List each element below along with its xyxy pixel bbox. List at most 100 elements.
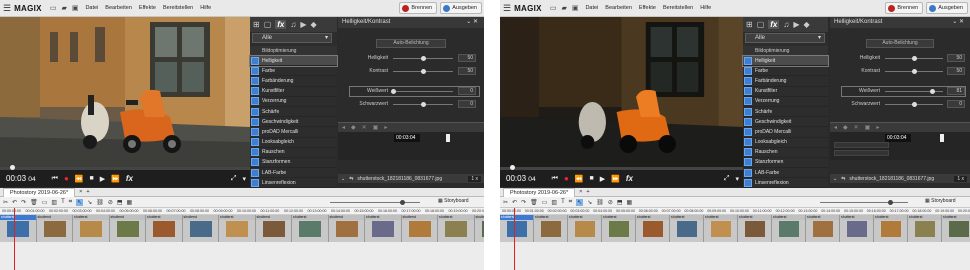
menu-edit[interactable]: Bearbeiten — [105, 5, 132, 11]
timeline-clip[interactable]: shutterst — [438, 215, 475, 242]
menu-edit[interactable]: Bearbeiten — [605, 5, 632, 11]
slider-knob[interactable] — [421, 69, 426, 74]
fast-forward-icon[interactable]: ⏩ — [611, 175, 620, 183]
save-icon[interactable]: ▣ — [572, 4, 579, 12]
effect-item-stanzformen[interactable]: Stanzformen — [250, 158, 337, 169]
title-icon[interactable]: T — [561, 199, 565, 205]
playhead[interactable] — [514, 208, 515, 270]
zoom-knob[interactable] — [888, 200, 893, 205]
video-preview[interactable] — [500, 17, 743, 170]
speed-box[interactable]: 1 x — [954, 175, 967, 182]
effect-item-verzerrung[interactable]: Verzerrung — [250, 97, 337, 107]
new-project-icon[interactable]: ▭ — [550, 4, 557, 12]
effect-item-lab-farbe[interactable]: LAB-Farbe — [743, 168, 828, 179]
chevron-down-icon[interactable]: ⌄ — [466, 19, 471, 25]
timeline-ruler[interactable]: 00:00:00:00 00:01:00:00 00:02:00:00 00:03:0… — [500, 208, 970, 215]
timeline-clip[interactable]: shutterst — [219, 215, 256, 242]
delete-icon[interactable]: 🗑 — [30, 199, 38, 206]
close-tab-icon[interactable]: × — [579, 189, 582, 195]
undo-icon[interactable]: ↶ — [12, 199, 17, 206]
param-value[interactable]: 50 — [458, 67, 476, 75]
tag-tab-icon[interactable]: ◆ — [311, 20, 317, 29]
slider-track[interactable] — [393, 91, 453, 92]
slider-knob[interactable] — [421, 56, 426, 61]
project-tab[interactable]: Photostory 2019-06-26* — [503, 187, 576, 197]
output-button[interactable]: Ausgeben — [440, 2, 482, 14]
audio-tab-icon[interactable]: ♫ — [290, 20, 296, 29]
play-icon[interactable]: ▶ — [600, 175, 605, 183]
param-value[interactable]: 0 — [458, 100, 476, 108]
timeline-clip[interactable]: shutterst — [0, 215, 37, 242]
effect-item-mercalli[interactable]: proDAD Mercalli — [250, 127, 337, 138]
templates-tab-icon[interactable]: ▢ — [757, 20, 765, 29]
fx-icon[interactable]: fx — [126, 174, 133, 183]
close-icon[interactable]: ✕ — [473, 19, 478, 25]
effect-item-helligkeit[interactable]: Helligkeit — [742, 54, 829, 68]
split-icon[interactable]: ⊘ — [608, 199, 613, 206]
timeline-clip[interactable]: shutterst — [636, 215, 670, 242]
collapse-icon[interactable]: ⌄ — [833, 176, 837, 182]
category-dropdown[interactable]: Alle ▾ — [745, 33, 825, 43]
rewind-icon[interactable]: ⏪ — [75, 175, 84, 183]
fullscreen-icon[interactable]: ⤢ — [231, 175, 237, 183]
keyframe-delete-icon[interactable]: ✕ — [362, 124, 367, 131]
title-icon[interactable]: T — [61, 199, 65, 205]
menu-effects[interactable]: Effekte — [139, 5, 156, 11]
previous-marker-icon[interactable]: ⏮ — [52, 175, 58, 183]
timeline-clip[interactable]: shutterst — [365, 215, 402, 242]
close-tab-icon[interactable]: × — [79, 189, 82, 195]
effect-item-schaerfe[interactable]: Schärfe — [743, 107, 828, 118]
grid-icon[interactable]: ▦ — [127, 199, 133, 206]
record-icon[interactable]: ● — [564, 174, 569, 183]
previous-marker-icon[interactable]: ⏮ — [552, 175, 558, 183]
timeline-clip[interactable]: shutterst — [942, 215, 970, 242]
burn-button[interactable]: Brennen — [399, 2, 438, 14]
slider-knob[interactable] — [929, 89, 935, 94]
keyframe-next-icon[interactable]: ▸ — [876, 124, 879, 131]
menu-share[interactable]: Bereitstellen — [663, 5, 693, 11]
timeline-clip[interactable]: shutterst — [36, 215, 73, 242]
effect-item-farbe[interactable]: Farbe — [250, 66, 337, 77]
add-tab-icon[interactable]: + — [586, 189, 589, 195]
effect-item-helligkeit[interactable]: Helligkeit — [249, 54, 338, 68]
arrow-icon[interactable]: ↘ — [587, 199, 592, 206]
project-tab[interactable]: Photostory 2019-06-26* — [3, 187, 76, 197]
play-icon[interactable]: ▶ — [100, 175, 105, 183]
zoom-knob[interactable] — [400, 200, 405, 205]
auto-exposure-button[interactable]: Auto-Belichtung — [866, 39, 934, 48]
timeline-clip[interactable]: shutterst — [292, 215, 329, 242]
effect-item-farbaenderung[interactable]: Farbänderung — [250, 76, 337, 87]
speed-box[interactable]: 1 x — [468, 175, 481, 182]
zoom-slider[interactable] — [330, 200, 420, 205]
redo-icon[interactable]: ↷ — [521, 199, 526, 206]
save-icon[interactable]: ▣ — [72, 4, 79, 12]
insert-icon[interactable]: ▥ — [551, 199, 557, 206]
import-tab-icon[interactable]: ⊞ — [746, 20, 753, 29]
slider-knob[interactable] — [912, 69, 917, 74]
crop-icon[interactable]: ⌗ — [69, 199, 72, 206]
timeline-clip[interactable]: shutterst — [704, 215, 738, 242]
insert-icon[interactable]: ▥ — [51, 199, 57, 206]
effect-item-linsenreflexion[interactable]: Linsenreflexion — [743, 178, 828, 189]
effect-icon[interactable]: ⬒ — [117, 199, 123, 206]
slider-knob[interactable] — [391, 89, 396, 94]
effect-item-rauschen[interactable]: Rauschen — [743, 148, 828, 158]
timeline-clip[interactable]: shutterst — [534, 215, 568, 242]
audio-tab-icon[interactable]: ♫ — [783, 20, 789, 29]
chevron-down-icon[interactable]: ⌄ — [952, 19, 957, 25]
fullscreen-icon[interactable]: ⤢ — [724, 175, 730, 183]
record-icon[interactable]: ● — [64, 174, 69, 183]
cursor-icon[interactable]: ↖ — [576, 198, 584, 206]
effect-item-kunstfilter[interactable]: Kunstfilter — [743, 87, 828, 97]
effect-item-kunstfilter[interactable]: Kunstfilter — [250, 87, 337, 97]
link-icon[interactable]: ⛓ — [596, 199, 604, 206]
param-value[interactable]: 50 — [947, 54, 965, 62]
stop-icon[interactable]: ■ — [590, 175, 594, 182]
param-value[interactable]: 50 — [458, 54, 476, 62]
param-value[interactable]: 0 — [947, 100, 965, 108]
effect-item-farbaenderung[interactable]: Farbänderung — [743, 76, 828, 87]
mode-icon[interactable]: ✂ — [503, 199, 508, 206]
open-folder-icon[interactable]: ▰ — [61, 4, 66, 12]
fx-icon[interactable]: fx — [626, 174, 633, 183]
menu-share[interactable]: Bereitstellen — [163, 5, 193, 11]
